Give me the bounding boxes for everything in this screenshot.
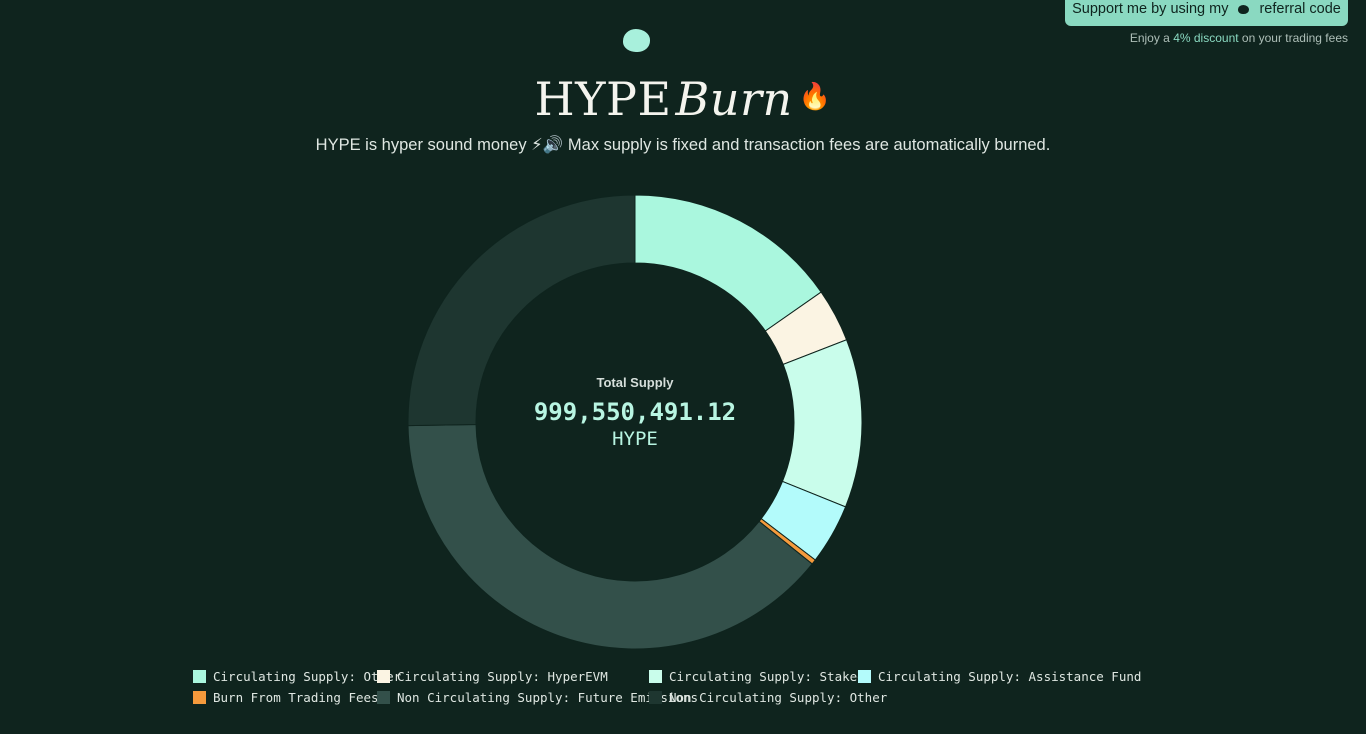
legend-swatch xyxy=(858,670,871,683)
legend-item[interactable]: Circulating Supply: Assistance Fund xyxy=(858,669,1141,684)
legend-item[interactable]: Circulating Supply: Other xyxy=(193,669,401,684)
legend-swatch xyxy=(649,691,662,704)
legend-item[interactable]: Non Circulating Supply: Other xyxy=(649,690,887,705)
legend-label: Circulating Supply: HyperEVM xyxy=(397,669,608,684)
legend-label: Circulating Supply: Staked xyxy=(669,669,865,684)
legend-swatch xyxy=(649,670,662,683)
donut-slice-circulating-supply-staked[interactable] xyxy=(781,339,863,508)
legend-item[interactable]: Circulating Supply: HyperEVM xyxy=(377,669,608,684)
legend-label: Circulating Supply: Other xyxy=(213,669,402,684)
legend-swatch xyxy=(377,670,390,683)
total-supply-caption: Total Supply xyxy=(596,375,674,390)
total-supply-unit: HYPE xyxy=(612,428,658,450)
legend-item[interactable]: Circulating Supply: Staked xyxy=(649,669,865,684)
legend-swatch xyxy=(193,670,206,683)
legend-label: Burn From Trading Fees xyxy=(213,690,379,705)
total-supply-label: Total Supply 999,550,491.12 HYPE xyxy=(485,375,785,450)
legend-swatch xyxy=(193,691,206,704)
donut-slice-circulating-supply-other[interactable] xyxy=(634,194,822,332)
page: Support me by using my referral code Enj… xyxy=(0,0,1366,734)
total-supply-value: 999,550,491.12 xyxy=(533,398,737,426)
supply-donut-chart xyxy=(407,194,863,650)
legend-label: Circulating Supply: Assistance Fund xyxy=(878,669,1142,684)
donut-slice-non-circulating-supply-future-emissions[interactable] xyxy=(407,423,813,650)
legend-swatch xyxy=(377,691,390,704)
legend-item[interactable]: Burn From Trading Fees xyxy=(193,690,379,705)
legend-label: Non Circulating Supply: Other xyxy=(669,690,888,705)
